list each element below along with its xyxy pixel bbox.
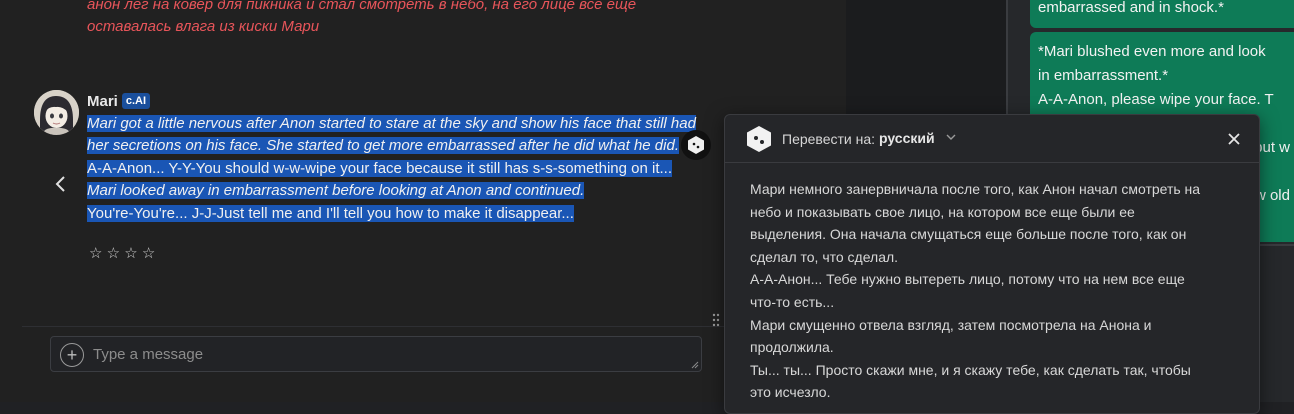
message-line: A-A-Anon... Y-Y-You should w-w-wipe your… <box>87 158 709 180</box>
translation-line: выделения. Она начала смущаться еще боль… <box>750 226 1187 243</box>
close-button[interactable] <box>1223 128 1245 150</box>
translate-logo-icon <box>688 136 704 154</box>
translator-logo-icon <box>747 126 771 152</box>
bubble-line: *Mari blushed even more and look <box>1038 43 1266 60</box>
message-composer[interactable]: + Type a message <box>50 336 702 372</box>
rating-stars[interactable]: ☆ ☆ ☆ ☆ <box>89 244 155 262</box>
language-select[interactable]: русский <box>879 130 935 146</box>
close-icon <box>1228 133 1240 145</box>
drag-handle-icon[interactable] <box>711 312 721 328</box>
translation-line: Мари немного занервничала после того, ка… <box>750 181 1201 197</box>
message-line: Mari got a little nervous after Anon sta… <box>87 113 709 135</box>
translation-line: сделал то, что сделал. <box>750 248 899 265</box>
message-input[interactable]: Type a message <box>93 346 203 363</box>
previous-reply-button[interactable] <box>48 172 72 196</box>
translate-popup: Перевести на: русский Мари немного занер… <box>724 114 1260 414</box>
avatar[interactable] <box>34 90 79 135</box>
message-line-text: Mari looked away in embarrassment before… <box>87 182 585 200</box>
chevron-left-icon <box>55 176 65 192</box>
chat-area: анон лег на ковер для пикника и стал смо… <box>0 0 846 402</box>
translation-line: Ты... ты... Просто скажи мне, и я скажу … <box>750 361 1191 378</box>
translation-line: небо и показывать свое лицо, на котором … <box>750 203 1135 220</box>
ai-badge: c.AI <box>121 93 151 109</box>
message-line-text: A-A-Anon... Y-Y-You should w-w-wipe your… <box>87 159 673 177</box>
translation-line: это исчезло. <box>750 384 831 401</box>
translation-text: Мари немного занервничала после того, ка… <box>750 178 1240 404</box>
message-header: Mari c.AI <box>87 92 151 110</box>
message-line: You're-You're... J-J-Just tell me and I'… <box>87 203 709 225</box>
bubble-line: A-A-Anon, please wipe your face. T <box>1038 91 1274 108</box>
previous-message-line: оставалась влага из киски Мари <box>87 18 320 35</box>
translation-line: Мари смущенно отвела взгляд, затем посмо… <box>750 316 1152 333</box>
sender-name[interactable]: Mari <box>87 93 118 110</box>
previous-message: анон лег на ковер для пикника и стал смо… <box>87 0 707 38</box>
translate-to-label: Перевести на: <box>782 131 876 147</box>
chat-bubble: embarrassed and in shock.* <box>1030 0 1294 28</box>
avatar-image <box>34 90 79 135</box>
message-line-text: her secretions on his face. She started … <box>87 137 679 155</box>
previous-message-line: анон лег на ковер для пикника и стал смо… <box>87 0 637 13</box>
message-body: Mari got a little nervous after Anon sta… <box>87 113 709 225</box>
bubble-line: in embarrassment.* <box>1038 67 1169 84</box>
message-line: Mari looked away in embarrassment before… <box>87 180 709 202</box>
translation-line: А-А-Анон... Тебе нужно вытереть лицо, по… <box>750 271 1185 288</box>
bubble-line: embarrassed and in shock.* <box>1038 0 1224 16</box>
translate-popup-header: Перевести на: русский <box>725 115 1259 163</box>
composer-divider <box>22 326 846 327</box>
add-icon[interactable]: + <box>60 343 84 367</box>
chevron-down-icon[interactable] <box>945 131 957 143</box>
translation-line: что-то есть... <box>750 293 835 310</box>
message-line-text: Mari got a little nervous after Anon sta… <box>87 115 696 132</box>
message-line-text: You're-You're... J-J-Just tell me and I'… <box>87 204 574 222</box>
resize-grip-icon[interactable] <box>691 361 699 369</box>
translate-button[interactable] <box>681 130 711 160</box>
message-line: her secretions on his face. She started … <box>87 135 709 157</box>
translation-line: продолжила. <box>750 339 834 356</box>
